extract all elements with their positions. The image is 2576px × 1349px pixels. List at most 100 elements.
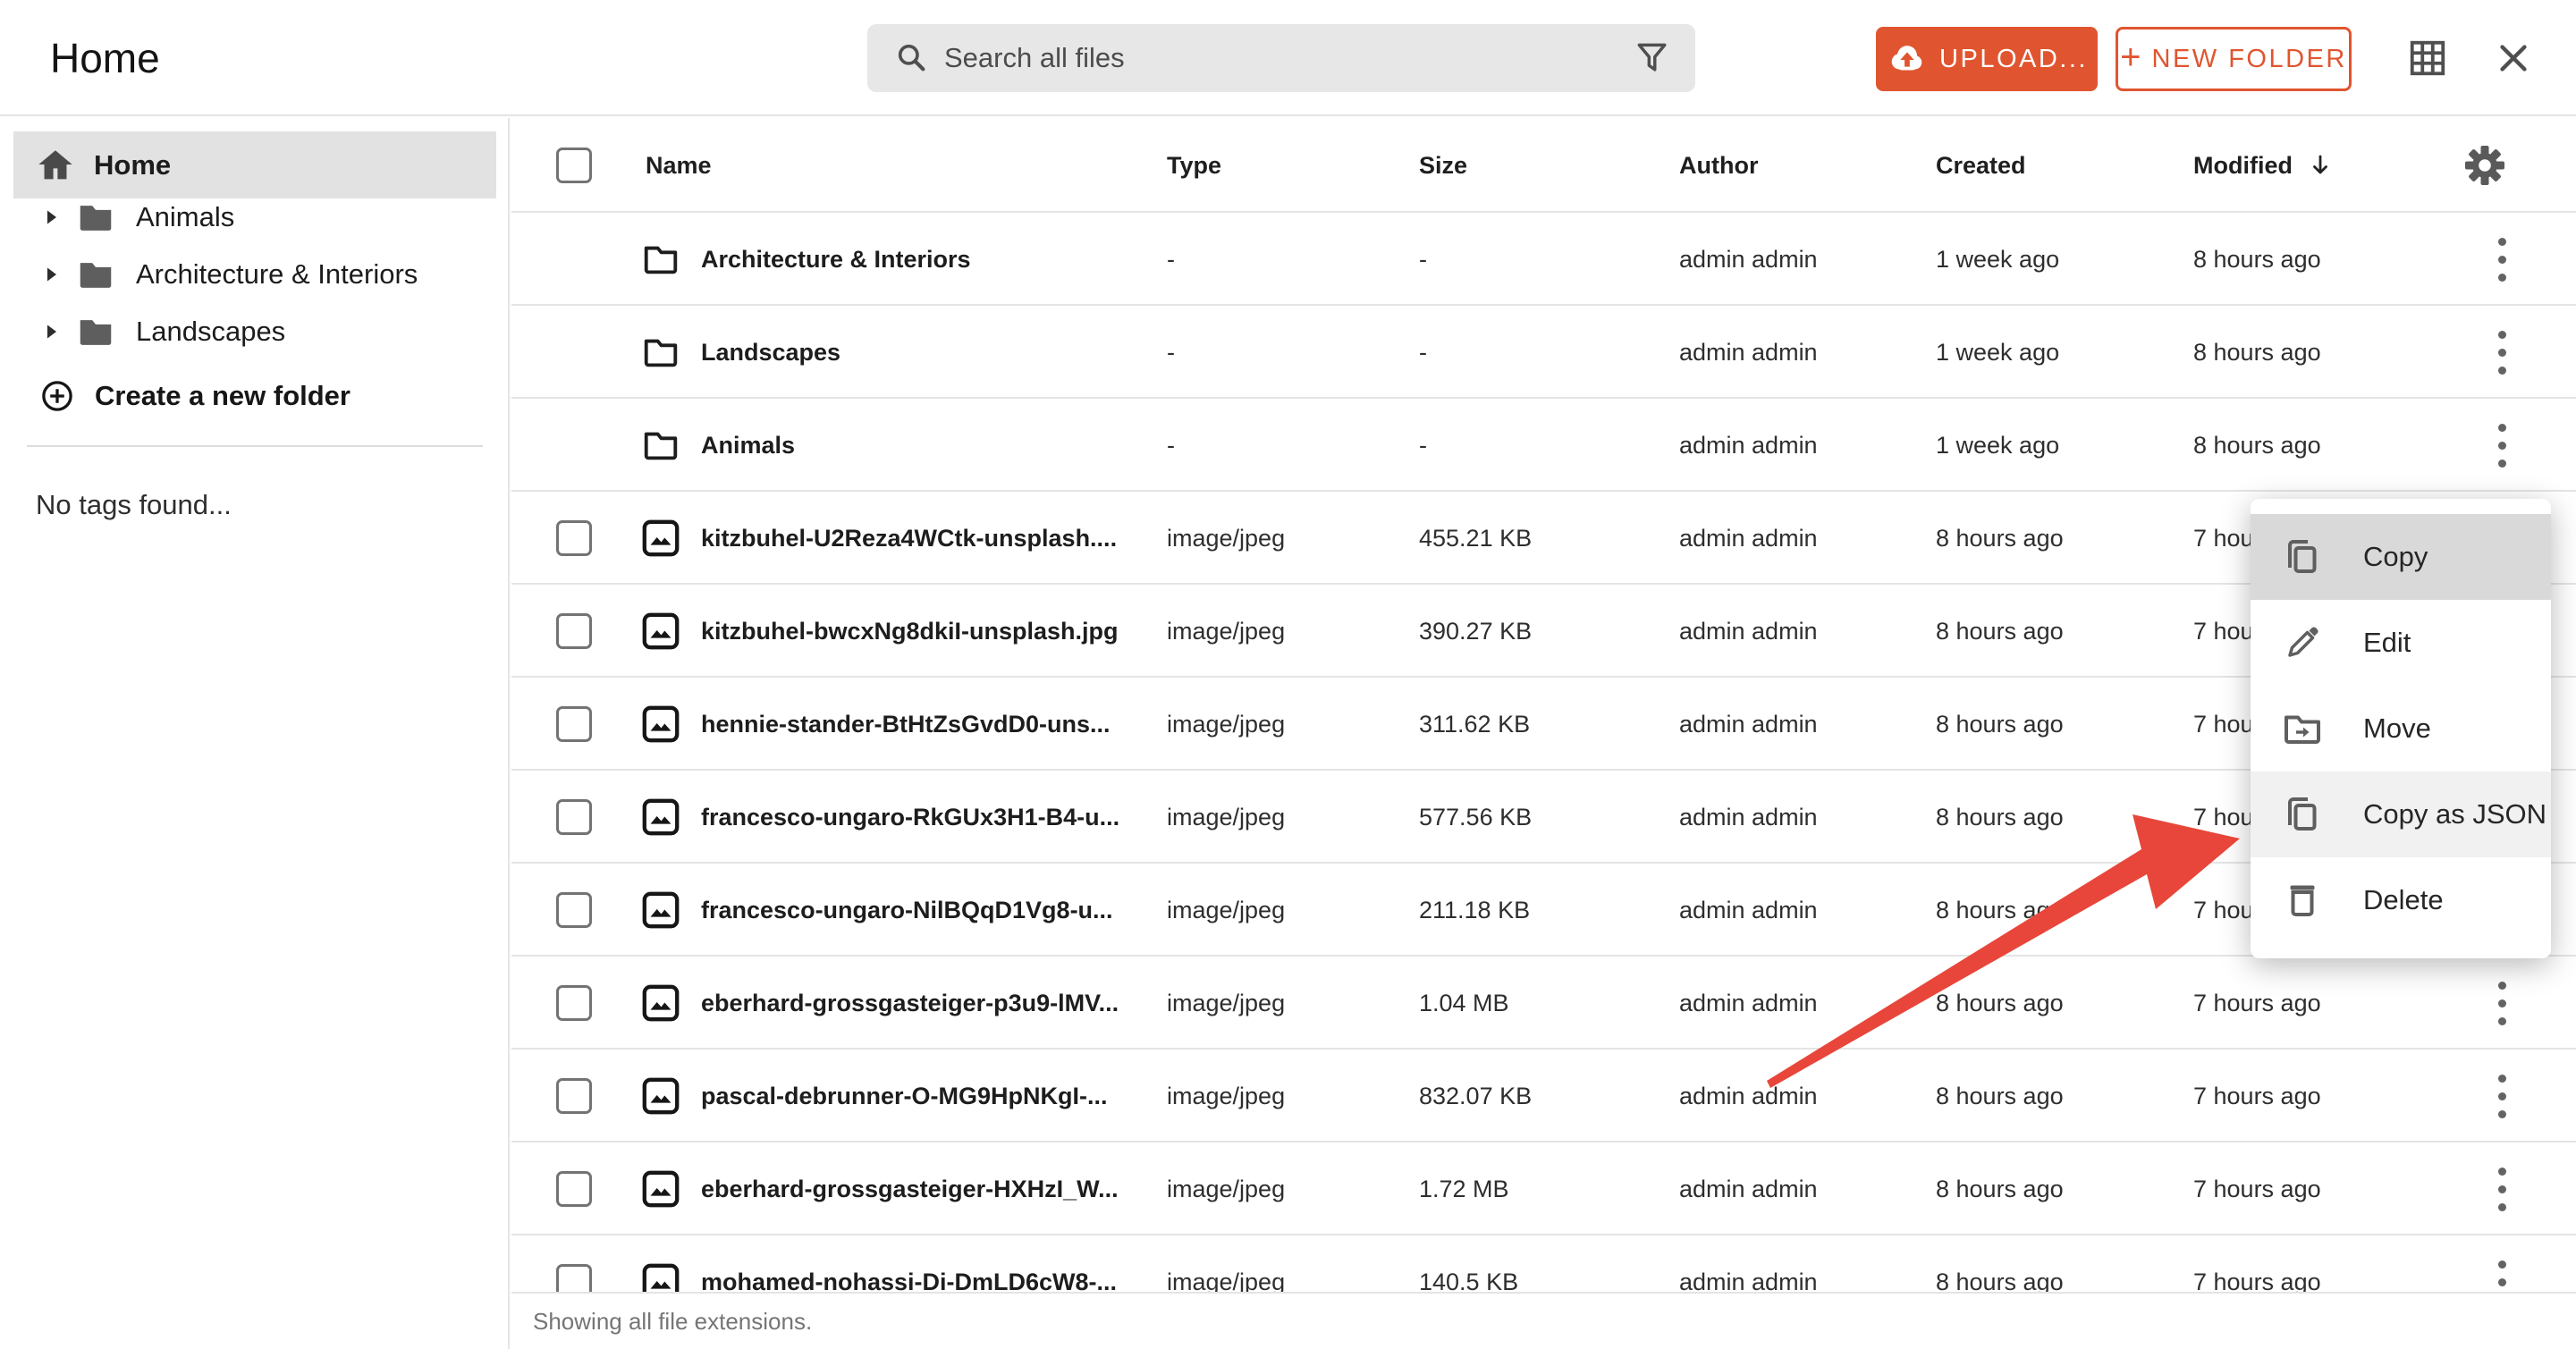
row-type: -: [1167, 213, 1175, 306]
menu-item-delete[interactable]: Delete: [2251, 857, 2551, 943]
row-checkbox[interactable]: [556, 1171, 592, 1207]
row-modified: 8 hours ago: [2193, 399, 2321, 492]
upload-button[interactable]: UPLOAD...: [1876, 27, 2098, 91]
chevron-right-icon[interactable]: [43, 208, 61, 226]
menu-item-move[interactable]: Move: [2251, 686, 2551, 771]
new-folder-button[interactable]: + NEW FOLDER: [2116, 27, 2352, 91]
row-size: 832.07 KB: [1419, 1050, 1532, 1142]
row-checkbox[interactable]: [556, 520, 592, 556]
search-bar[interactable]: [867, 24, 1695, 92]
search-input[interactable]: [944, 42, 1633, 74]
no-tags-message: No tags found...: [36, 489, 232, 521]
menu-item-label: Delete: [2363, 884, 2444, 916]
sidebar-item-animals[interactable]: Animals: [0, 189, 510, 246]
new-folder-button-label: NEW FOLDER: [2152, 45, 2347, 74]
row-size: -: [1419, 399, 1427, 492]
row-checkbox[interactable]: [556, 892, 592, 928]
image-icon: [640, 797, 681, 838]
create-new-folder-label: Create a new folder: [95, 380, 351, 412]
row-checkbox[interactable]: [556, 1078, 592, 1114]
row-menu-button[interactable]: [2475, 306, 2529, 399]
row-name[interactable]: kitzbuhel-bwcxNg8dkiI-unsplash.jpg: [701, 585, 1119, 678]
circle-plus-icon: [38, 376, 77, 416]
image-icon: [640, 889, 681, 931]
menu-item-label: Copy: [2363, 541, 2428, 573]
row-name[interactable]: francesco-ungaro-RkGUx3H1-B4-u...: [701, 771, 1119, 864]
sidebar-item-architecture-interiors[interactable]: Architecture & Interiors: [0, 246, 510, 303]
table-row[interactable]: eberhard-grossgasteiger-p3u9-lMV... imag…: [511, 957, 2576, 1050]
row-name[interactable]: Architecture & Interiors: [701, 213, 971, 306]
sidebar-item-landscapes[interactable]: Landscapes: [0, 303, 510, 360]
table-row[interactable]: Landscapes - - admin admin 1 week ago 8 …: [511, 306, 2576, 399]
chevron-right-icon[interactable]: [43, 266, 61, 283]
top-bar: Home UPLOAD...: [0, 0, 2576, 116]
filter-icon[interactable]: [1633, 38, 1672, 78]
row-menu-button[interactable]: [2475, 1050, 2529, 1142]
column-header-type[interactable]: Type: [1167, 118, 1221, 213]
folder-icon: [75, 311, 116, 352]
column-header-modified[interactable]: Modified: [2193, 118, 2334, 213]
search-icon: [892, 38, 932, 78]
row-size: 1.72 MB: [1419, 1142, 1509, 1235]
folder-icon: [75, 254, 116, 295]
row-type: image/jpeg: [1167, 678, 1285, 771]
row-type: image/jpeg: [1167, 1050, 1285, 1142]
gear-icon: [2463, 144, 2506, 187]
row-menu-button[interactable]: [2475, 399, 2529, 492]
column-header-size[interactable]: Size: [1419, 118, 1467, 213]
close-icon[interactable]: [2493, 38, 2534, 79]
image-icon: [640, 611, 681, 652]
column-settings-button[interactable]: [2462, 118, 2507, 213]
row-name[interactable]: hennie-stander-BtHtZsGvdD0-uns...: [701, 678, 1111, 771]
row-author: admin admin: [1679, 957, 1818, 1050]
menu-item-copy-as-json[interactable]: Copy as JSON: [2251, 771, 2551, 857]
table-row[interactable]: pascal-debrunner-O-MG9HpNKgI-... image/j…: [511, 1050, 2576, 1142]
copy-icon: [2281, 793, 2324, 836]
row-name[interactable]: eberhard-grossgasteiger-HXHzI_W...: [701, 1142, 1119, 1235]
row-created: 1 week ago: [1936, 399, 2059, 492]
table-row[interactable]: Architecture & Interiors - - admin admin…: [511, 213, 2576, 306]
table-row[interactable]: eberhard-grossgasteiger-HXHzI_W... image…: [511, 1142, 2576, 1235]
row-menu-button[interactable]: [2475, 957, 2529, 1050]
column-header-created[interactable]: Created: [1936, 118, 2026, 213]
column-header-name[interactable]: Name: [646, 118, 712, 213]
row-menu-button[interactable]: [2475, 213, 2529, 306]
row-name[interactable]: Landscapes: [701, 306, 840, 399]
chevron-right-icon[interactable]: [43, 323, 61, 341]
column-header-author[interactable]: Author: [1679, 118, 1758, 213]
sidebar-home-label: Home: [94, 149, 171, 181]
create-new-folder-button[interactable]: Create a new folder: [0, 368, 510, 424]
table-header: Name Type Size Author Created Modified: [511, 118, 2576, 213]
row-name[interactable]: pascal-debrunner-O-MG9HpNKgI-...: [701, 1050, 1108, 1142]
kebab-icon: [2498, 238, 2506, 282]
row-type: image/jpeg: [1167, 864, 1285, 957]
row-name[interactable]: Animals: [701, 399, 795, 492]
row-checkbox[interactable]: [556, 985, 592, 1021]
row-menu-button[interactable]: [2475, 1142, 2529, 1235]
row-size: 211.18 KB: [1419, 864, 1530, 957]
row-created: 8 hours ago: [1936, 585, 2064, 678]
menu-item-label: Edit: [2363, 627, 2411, 659]
table-row[interactable]: Animals - - admin admin 1 week ago 8 hou…: [511, 399, 2576, 492]
sidebar-divider: [27, 445, 483, 447]
row-author: admin admin: [1679, 492, 1818, 585]
folder-icon: [75, 197, 116, 238]
row-created: 8 hours ago: [1936, 1142, 2064, 1235]
row-type: image/jpeg: [1167, 771, 1285, 864]
row-type: image/jpeg: [1167, 1142, 1285, 1235]
menu-item-edit[interactable]: Edit: [2251, 600, 2551, 686]
row-author: admin admin: [1679, 678, 1818, 771]
upload-button-label: UPLOAD...: [1939, 45, 2088, 74]
kebab-icon: [2498, 1168, 2506, 1211]
row-name[interactable]: kitzbuhel-U2Reza4WCtk-unsplash....: [701, 492, 1117, 585]
select-all-checkbox[interactable]: [556, 148, 592, 183]
row-checkbox[interactable]: [556, 799, 592, 835]
row-checkbox[interactable]: [556, 613, 592, 649]
grid-view-icon[interactable]: [2407, 38, 2448, 79]
sort-descending-icon: [2307, 152, 2334, 179]
menu-item-copy[interactable]: Copy: [2251, 514, 2551, 600]
image-icon: [640, 518, 681, 559]
row-name[interactable]: francesco-ungaro-NilBQqD1Vg8-u...: [701, 864, 1113, 957]
row-checkbox[interactable]: [556, 706, 592, 742]
row-name[interactable]: eberhard-grossgasteiger-p3u9-lMV...: [701, 957, 1119, 1050]
